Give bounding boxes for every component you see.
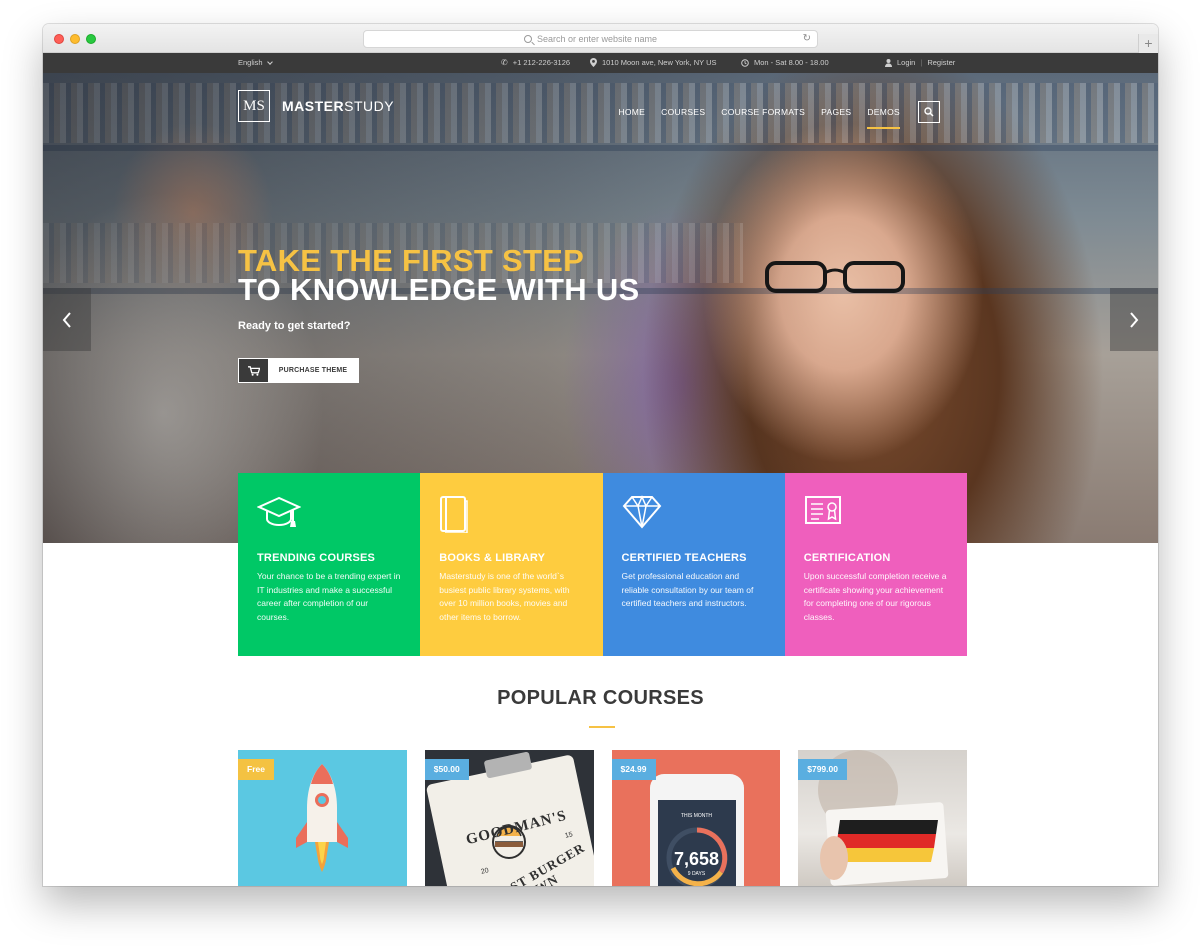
- feature-certification[interactable]: CERTIFICATION Upon successful completion…: [784, 473, 967, 656]
- phone-number: +1 212-226-3126: [512, 58, 571, 67]
- search-button[interactable]: [918, 101, 940, 123]
- course-card[interactable]: THIS MONTH 7,658 9 DAYS $24.99: [611, 750, 781, 886]
- chevron-left-icon: [62, 311, 71, 328]
- login-link[interactable]: Login: [897, 58, 915, 67]
- feature-books-library[interactable]: BOOKS & LIBRARY Masterstudy is one of th…: [420, 473, 603, 656]
- feature-title: CERTIFICATION: [803, 552, 891, 564]
- diamond-icon: [622, 495, 766, 535]
- address-bar[interactable]: Search or enter website name ↻: [363, 30, 818, 48]
- hero-headline-line1: TAKE THE FIRST STEP: [238, 243, 585, 278]
- hero-headline-line2: TO KNOWLEDGE WITH US: [238, 272, 640, 307]
- feature-title: TRENDING COURSES: [257, 552, 376, 564]
- clock-icon: [741, 58, 749, 67]
- phone-sub-text: 9 DAYS: [687, 871, 706, 877]
- hero-subline: Ready to get started?: [238, 320, 351, 332]
- feature-trending-courses[interactable]: TRENDING COURSES Your chance to be a tre…: [238, 473, 421, 656]
- nav-item-home[interactable]: HOME: [618, 105, 645, 119]
- feature-description: Masterstudy is one of the world`s busies…: [439, 571, 570, 622]
- main-nav: HOME COURSES COURSE FORMATS PAGES DEMOS: [618, 101, 940, 129]
- phone-info: ✆ +1 212-226-3126: [501, 58, 570, 67]
- address-bar-placeholder: Search or enter website name: [536, 34, 658, 44]
- address-text: 1010 Moon ave, New York, NY US: [602, 58, 717, 67]
- browser-toolbar: Search or enter website name ↻ +: [43, 24, 1158, 53]
- logo-monogram: MS: [238, 90, 270, 122]
- feature-description: Upon successful completion receive a cer…: [803, 571, 947, 622]
- nav-item-course-formats[interactable]: COURSE FORMATS: [721, 105, 805, 119]
- search-icon: [924, 107, 934, 117]
- browser-window: Search or enter website name ↻ + English…: [43, 24, 1158, 886]
- nav-item-demos[interactable]: DEMOS: [867, 105, 900, 129]
- book-icon: [439, 495, 583, 535]
- slider-next-button[interactable]: [1110, 288, 1158, 351]
- language-selector[interactable]: English: [238, 58, 273, 67]
- reload-icon[interactable]: ↻: [803, 33, 811, 44]
- hero-headline: TAKE THE FIRST STEP TO KNOWLEDGE WITH US: [238, 243, 640, 307]
- account-links: Login | Register: [885, 58, 955, 67]
- slider-prev-button[interactable]: [43, 288, 91, 351]
- feature-certified-teachers[interactable]: CERTIFIED TEACHERS Get professional educ…: [602, 473, 785, 656]
- search-icon: [523, 35, 532, 43]
- course-cards: Free GOODMAN'S 20 15 ST BURGER TOWN $50.…: [238, 750, 967, 886]
- hero-photo-glasses: [765, 261, 905, 293]
- chevron-down-icon: [266, 59, 273, 65]
- phone-value-text: 7,658: [673, 849, 720, 869]
- hours-text: Mon - Sat 8.00 - 18.00: [754, 58, 829, 67]
- minimize-window-button[interactable]: [70, 34, 80, 44]
- purchase-theme-button[interactable]: PURCHASE THEME: [238, 358, 359, 383]
- course-card[interactable]: Free: [238, 750, 407, 886]
- course-card[interactable]: $799.00: [798, 750, 967, 886]
- user-icon: [885, 58, 892, 67]
- logo-text-bold: MASTER: [282, 98, 345, 114]
- screenshot-stage: Search or enter website name ↻ + English…: [0, 0, 1200, 946]
- logo-text: MASTERSTUDY: [282, 98, 394, 114]
- feature-description: Your chance to be a trending expert in I…: [257, 571, 401, 622]
- logo-text-light: STUDY: [344, 98, 395, 114]
- feature-boxes: TRENDING COURSES Your chance to be a tre…: [238, 473, 967, 656]
- nav-item-courses[interactable]: COURSES: [661, 105, 705, 119]
- new-tab-button[interactable]: +: [1138, 34, 1158, 53]
- section-title: POPULAR COURSES: [497, 687, 704, 709]
- section-title-underline: [589, 726, 615, 728]
- feature-description: Get professional education and reliable …: [621, 571, 754, 608]
- price-badge: Free: [238, 759, 274, 780]
- price-badge: $50.00: [424, 759, 469, 780]
- nav-item-pages[interactable]: PAGES: [821, 105, 851, 119]
- top-info-bar: English ✆ +1 212-226-3126 1010 Moon ave,…: [43, 53, 1158, 73]
- price-badge: $24.99: [611, 759, 656, 780]
- course-card[interactable]: GOODMAN'S 20 15 ST BURGER TOWN $50.00: [424, 750, 594, 886]
- divider: |: [920, 58, 923, 67]
- feature-title: CERTIFIED TEACHERS: [621, 552, 747, 564]
- purchase-theme-label: PURCHASE THEME: [278, 367, 348, 374]
- maximize-window-button[interactable]: [86, 34, 96, 44]
- feature-title: BOOKS & LIBRARY: [439, 552, 546, 564]
- hours-info: Mon - Sat 8.00 - 18.00: [741, 58, 829, 67]
- graduation-cap-icon: [256, 495, 401, 535]
- cart-icon: [239, 359, 268, 382]
- address-info: 1010 Moon ave, New York, NY US: [590, 58, 717, 67]
- language-label: English: [238, 58, 263, 67]
- register-link[interactable]: Register: [927, 58, 955, 67]
- chevron-right-icon: [1130, 311, 1139, 328]
- phone-icon: ✆: [501, 58, 508, 67]
- price-badge: $799.00: [798, 759, 847, 780]
- location-pin-icon: [590, 58, 597, 67]
- certificate-icon: [804, 495, 948, 535]
- site-logo[interactable]: MS MASTERSTUDY: [238, 90, 394, 122]
- close-window-button[interactable]: [54, 34, 64, 44]
